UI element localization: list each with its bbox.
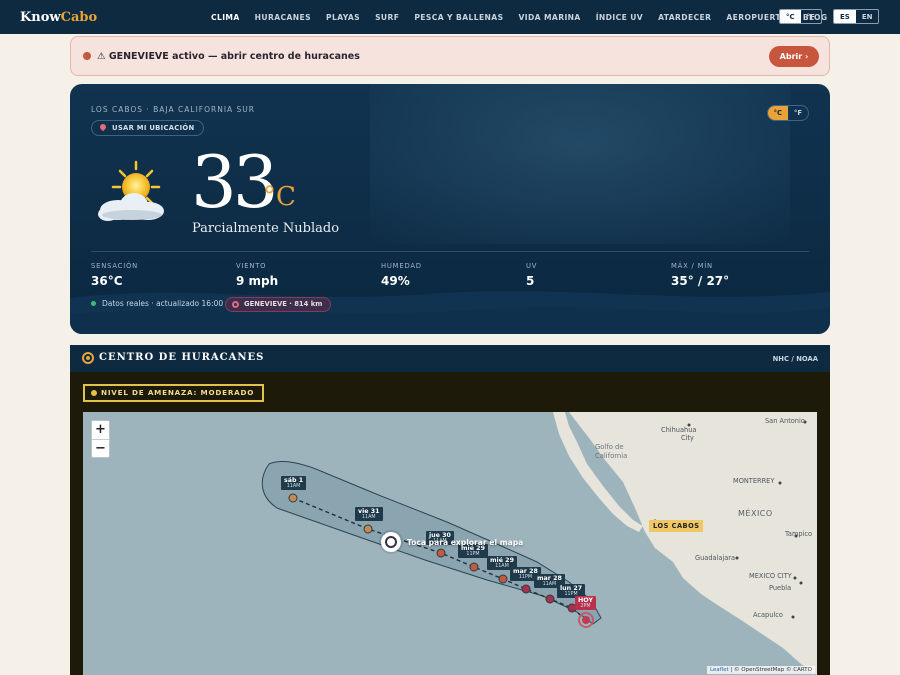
track-tag-day: mié 29	[490, 557, 514, 564]
threat-level-text: NIVEL DE AMENAZA: MODERADO	[101, 388, 255, 397]
track-tag-time: 11AM	[361, 515, 376, 520]
use-my-location-button[interactable]: USAR MI UBICACIÓN	[91, 120, 204, 136]
city-chihuahua: Chihuahua	[661, 426, 697, 434]
city-puebla: Puebla	[769, 584, 792, 592]
hurricane-center-title: CENTRO DE HURACANES	[99, 352, 265, 363]
leaflet-link[interactable]: Leaflet	[710, 667, 729, 673]
data-source-label: NHC / NOAA	[772, 355, 818, 363]
nav-link-atardecer[interactable]: ATARDECER	[658, 13, 711, 22]
city-chihuahua-2: City	[681, 434, 694, 442]
zoom-control: + −	[91, 420, 110, 458]
zoom-in-button[interactable]: +	[92, 421, 109, 439]
nav-unit-celsius[interactable]: °C	[780, 10, 801, 23]
track-tag-time: 2PM	[580, 604, 591, 609]
card-unit-celsius[interactable]: °C	[767, 106, 788, 120]
lang-en[interactable]: EN	[856, 10, 879, 23]
threat-level-badge: NIVEL DE AMENAZA: MODERADO	[83, 384, 265, 402]
live-dot-icon	[91, 301, 96, 306]
partly-cloudy-icon	[98, 160, 164, 221]
card-glow	[370, 84, 790, 244]
stat-label: MÁX / MÍN	[671, 262, 713, 270]
city-san-antonio: San Antonio	[765, 417, 805, 425]
track-tag-time: 11AM	[286, 484, 301, 489]
live-data-status: Datos reales · actualizado 16:00	[91, 299, 223, 308]
track-tag-day: vie 31	[358, 508, 380, 515]
stat-value: 49%	[381, 274, 410, 288]
pin-icon	[98, 122, 108, 132]
city-acapulco: Acapulco	[753, 611, 783, 619]
top-nav: KnowCabo CLIMA HURACANES PLAYAS SURF PES…	[0, 0, 900, 34]
threat-dot-icon	[91, 390, 97, 396]
city-mexico-city: MEXICO CITY	[749, 572, 792, 580]
hurricane-icon	[232, 301, 239, 308]
language-toggle: ES EN	[833, 9, 880, 24]
los-cabos-marker-label[interactable]: LOS CABOS	[649, 520, 704, 532]
card-unit-fahrenheit[interactable]: °F	[788, 106, 808, 120]
hurricane-distance-text: GENEVIEVE · 814 km	[244, 300, 323, 308]
logo[interactable]: KnowCabo	[20, 10, 97, 25]
temperature-unit: °C	[263, 182, 296, 212]
city-tampico: Tampico	[785, 530, 813, 538]
stat-high-low: MÁX / MÍN 35° / 27°	[671, 262, 729, 288]
nav-link-huracanes[interactable]: HURACANES	[255, 13, 311, 22]
track-tag[interactable]: vie 31 11AM	[355, 507, 383, 521]
hurricane-icon	[82, 352, 94, 364]
nav-link-surf[interactable]: SURF	[375, 13, 399, 22]
stat-value: 5	[526, 274, 535, 288]
zoom-out-button[interactable]: −	[92, 439, 109, 457]
explore-map-hint[interactable]: Toca para explorar el mapa	[381, 532, 523, 552]
hurricane-center-header: CENTRO DE HURACANES NHC / NOAA	[70, 345, 830, 372]
hurricane-track-map[interactable]: Chihuahua City San Antonio Golfo de Cali…	[83, 412, 817, 675]
nav-links: CLIMA HURACANES PLAYAS SURF PESCA Y BALL…	[211, 0, 842, 34]
region-california: California	[595, 452, 628, 460]
touch-icon	[381, 532, 401, 552]
stat-label: HUMEDAD	[381, 262, 422, 270]
stat-value: 9 mph	[236, 274, 279, 288]
weather-condition: Parcialmente Nublado	[192, 221, 340, 236]
card-unit-toggle: °C °F	[766, 105, 809, 121]
hurricane-center-section: CENTRO DE HURACANES NHC / NOAA NIVEL DE …	[70, 345, 830, 675]
alert-dot-icon	[83, 52, 91, 60]
track-tag-day: sáb 1	[284, 477, 304, 484]
live-data-text: Datos reales · actualizado 16:00	[102, 299, 224, 308]
city-monterrey: MONTERREY	[733, 477, 775, 485]
alert-text: ⚠ GENEVIEVE activo — abrir centro de hur…	[97, 50, 360, 62]
lang-es[interactable]: ES	[834, 10, 856, 23]
open-hurricane-center-button[interactable]: Abrir ›	[769, 46, 819, 67]
track-tag-time: 11PM	[466, 552, 480, 557]
stat-value: 35° / 27°	[671, 274, 730, 288]
current-weather-card: LOS CABOS · BAJA CALIFORNIA SUR USAR MI …	[70, 84, 830, 334]
nav-link-pesca[interactable]: PESCA Y BALLENAS	[414, 13, 503, 22]
nav-link-vida-marina[interactable]: VIDA MARINA	[518, 13, 580, 22]
map-attribution: Leaflet | © OpenStreetMap © CARTO	[706, 666, 815, 674]
nav-link-indice-uv[interactable]: ÍNDICE UV	[596, 13, 643, 22]
track-tag-day: lun 27	[560, 585, 583, 592]
region-golfo: Golfo de	[595, 443, 624, 451]
nav-unit-toggle: °C °F	[779, 9, 822, 24]
stat-value: 36°C	[91, 274, 123, 288]
track-tag[interactable]: sáb 1 11AM	[281, 476, 307, 490]
attribution-text: | © OpenStreetMap © CARTO	[730, 667, 812, 673]
stat-label: UV	[526, 262, 538, 270]
explore-map-text: Toca para explorar el mapa	[407, 537, 524, 547]
stat-wind: VIENTO 9 mph	[236, 262, 278, 288]
location-label: LOS CABOS · BAJA CALIFORNIA SUR	[91, 105, 256, 114]
stat-label: VIENTO	[236, 262, 267, 270]
stat-uv: UV 5	[526, 262, 537, 288]
divider	[91, 251, 809, 252]
track-tag-day: mar 28	[537, 575, 562, 582]
nav-link-clima[interactable]: CLIMA	[211, 13, 240, 22]
nav-unit-fahrenheit[interactable]: °F	[801, 10, 821, 23]
track-tag-day: HOY	[578, 597, 593, 604]
city-guadalajara: Guadalajara	[695, 554, 736, 562]
stat-feels-like: SENSACIÓN 36°C	[91, 262, 138, 288]
nav-link-playas[interactable]: PLAYAS	[326, 13, 360, 22]
hurricane-distance-badge[interactable]: GENEVIEVE · 814 km	[225, 297, 332, 312]
track-tag-current[interactable]: HOY 2PM	[575, 596, 596, 610]
country-mexico: MÉXICO	[738, 509, 773, 518]
stat-label: SENSACIÓN	[91, 262, 139, 270]
use-my-location-label: USAR MI UBICACIÓN	[112, 124, 195, 132]
stat-humidity: HUMEDAD 49%	[381, 262, 422, 288]
hurricane-alert-banner: ⚠ GENEVIEVE activo — abrir centro de hur…	[70, 36, 830, 76]
